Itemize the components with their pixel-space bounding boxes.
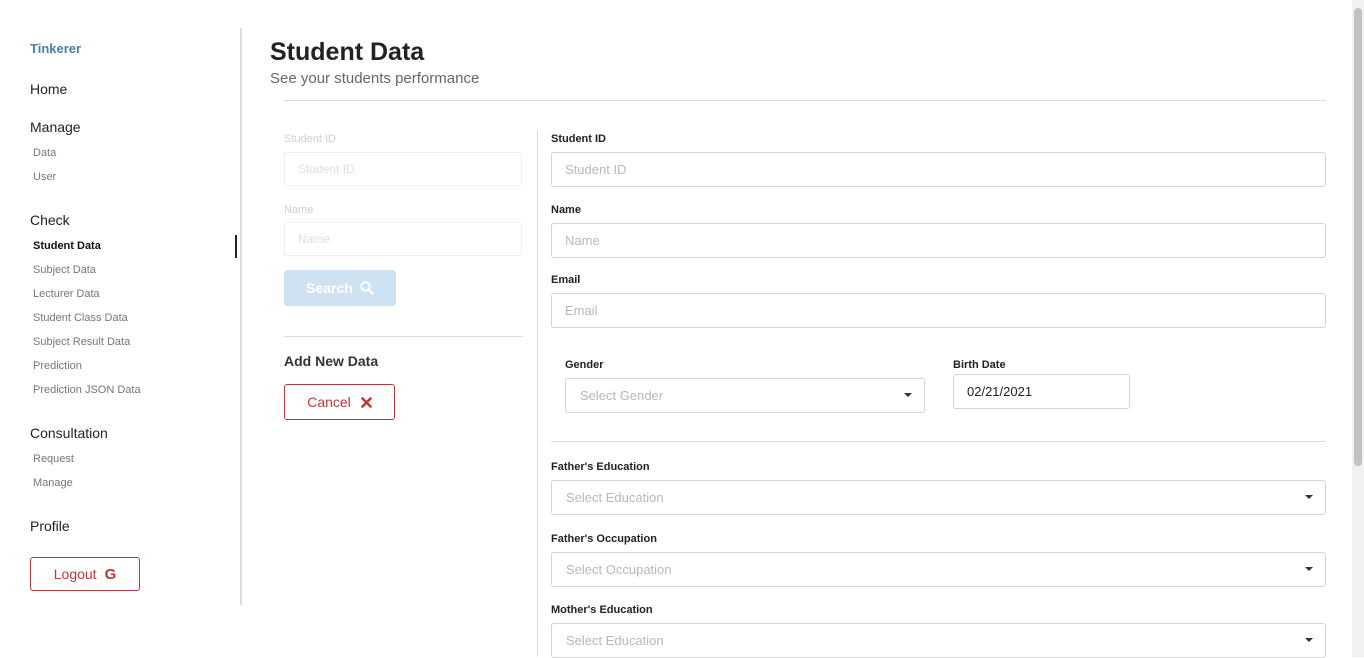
nav-check-prediction[interactable]: Prediction [33, 360, 82, 372]
fathers-occupation-select-value: Select Occupation [566, 562, 672, 577]
logout-label: Logout [53, 566, 97, 582]
cancel-button[interactable]: Cancel [284, 384, 395, 420]
cancel-button-label: Cancel [307, 394, 351, 410]
add-new-data-title: Add New Data [284, 353, 379, 369]
nav-check-student-data[interactable]: Student Data [33, 240, 101, 252]
gender-select-value: Select Gender [580, 388, 664, 403]
mothers-education-select-value: Select Education [566, 633, 664, 648]
gender-select[interactable]: Select Gender [565, 378, 925, 413]
nav-check-lecturer-data[interactable]: Lecturer Data [33, 288, 100, 300]
search-button-label: Search [306, 280, 353, 296]
caret-down-icon [1305, 495, 1313, 499]
sidebar-divider [240, 28, 242, 605]
close-icon [360, 396, 372, 408]
student-id-input[interactable]: Student ID [551, 152, 1326, 187]
fathers-education-select[interactable]: Select Education [551, 480, 1326, 515]
nav-consultation-request[interactable]: Request [33, 453, 74, 465]
search-student-id-label: Student ID [284, 133, 336, 145]
mothers-education-select[interactable]: Select Education [551, 623, 1326, 658]
fathers-education-label: Father's Education [551, 461, 650, 473]
nav-section-manage: Manage [30, 119, 81, 135]
nav-consultation-manage[interactable]: Manage [33, 477, 73, 489]
birth-date-label: Birth Date [953, 359, 1006, 371]
caret-down-icon [1305, 638, 1313, 642]
left-panel-divider [284, 336, 523, 337]
nav-manage-user[interactable]: User [33, 171, 56, 183]
name-label: Name [551, 204, 581, 216]
nav-check-student-class-data[interactable]: Student Class Data [33, 312, 128, 324]
nav-check-subject-result-data[interactable]: Subject Result Data [33, 336, 130, 348]
email-label: Email [551, 274, 581, 286]
search-icon [360, 281, 374, 295]
search-button[interactable]: Search [284, 270, 396, 306]
sidebar: Tinkerer Home Manage Data User Check Stu… [0, 0, 242, 657]
search-name-input[interactable]: Name [284, 222, 522, 256]
google-icon: G [104, 565, 117, 583]
page-scrollbar[interactable] [1352, 0, 1364, 657]
fathers-education-select-value: Select Education [566, 490, 664, 505]
nav-section-consultation: Consultation [30, 425, 108, 441]
logout-button[interactable]: Logout G [30, 557, 140, 591]
active-nav-indicator [235, 235, 237, 258]
nav-check-prediction-json-data[interactable]: Prediction JSON Data [33, 384, 141, 396]
caret-down-icon [904, 393, 912, 397]
nav-profile[interactable]: Profile [30, 518, 70, 534]
page-title: Student Data [270, 38, 425, 66]
scrollbar-thumb[interactable] [1354, 8, 1362, 466]
mothers-education-label: Mother's Education [551, 604, 653, 616]
name-input[interactable]: Name [551, 223, 1326, 258]
form-section-divider [551, 441, 1326, 442]
student-id-label: Student ID [551, 133, 606, 145]
column-divider [537, 130, 538, 657]
gender-label: Gender [565, 359, 604, 371]
email-input[interactable]: Email [551, 293, 1326, 328]
nav-manage-data[interactable]: Data [33, 147, 56, 159]
brand-link[interactable]: Tinkerer [30, 41, 81, 56]
header-divider [284, 100, 1326, 101]
caret-down-icon [1305, 567, 1313, 571]
search-student-id-input[interactable]: Student ID [284, 152, 522, 186]
birth-date-input[interactable]: 02/21/2021 [953, 374, 1130, 409]
page-subtitle: See your students performance [270, 70, 480, 87]
nav-home[interactable]: Home [30, 81, 67, 97]
fathers-occupation-label: Father's Occupation [551, 533, 657, 545]
fathers-occupation-select[interactable]: Select Occupation [551, 552, 1326, 587]
nav-check-subject-data[interactable]: Subject Data [33, 264, 96, 276]
search-name-label: Name [284, 204, 314, 216]
nav-section-check: Check [30, 212, 70, 228]
